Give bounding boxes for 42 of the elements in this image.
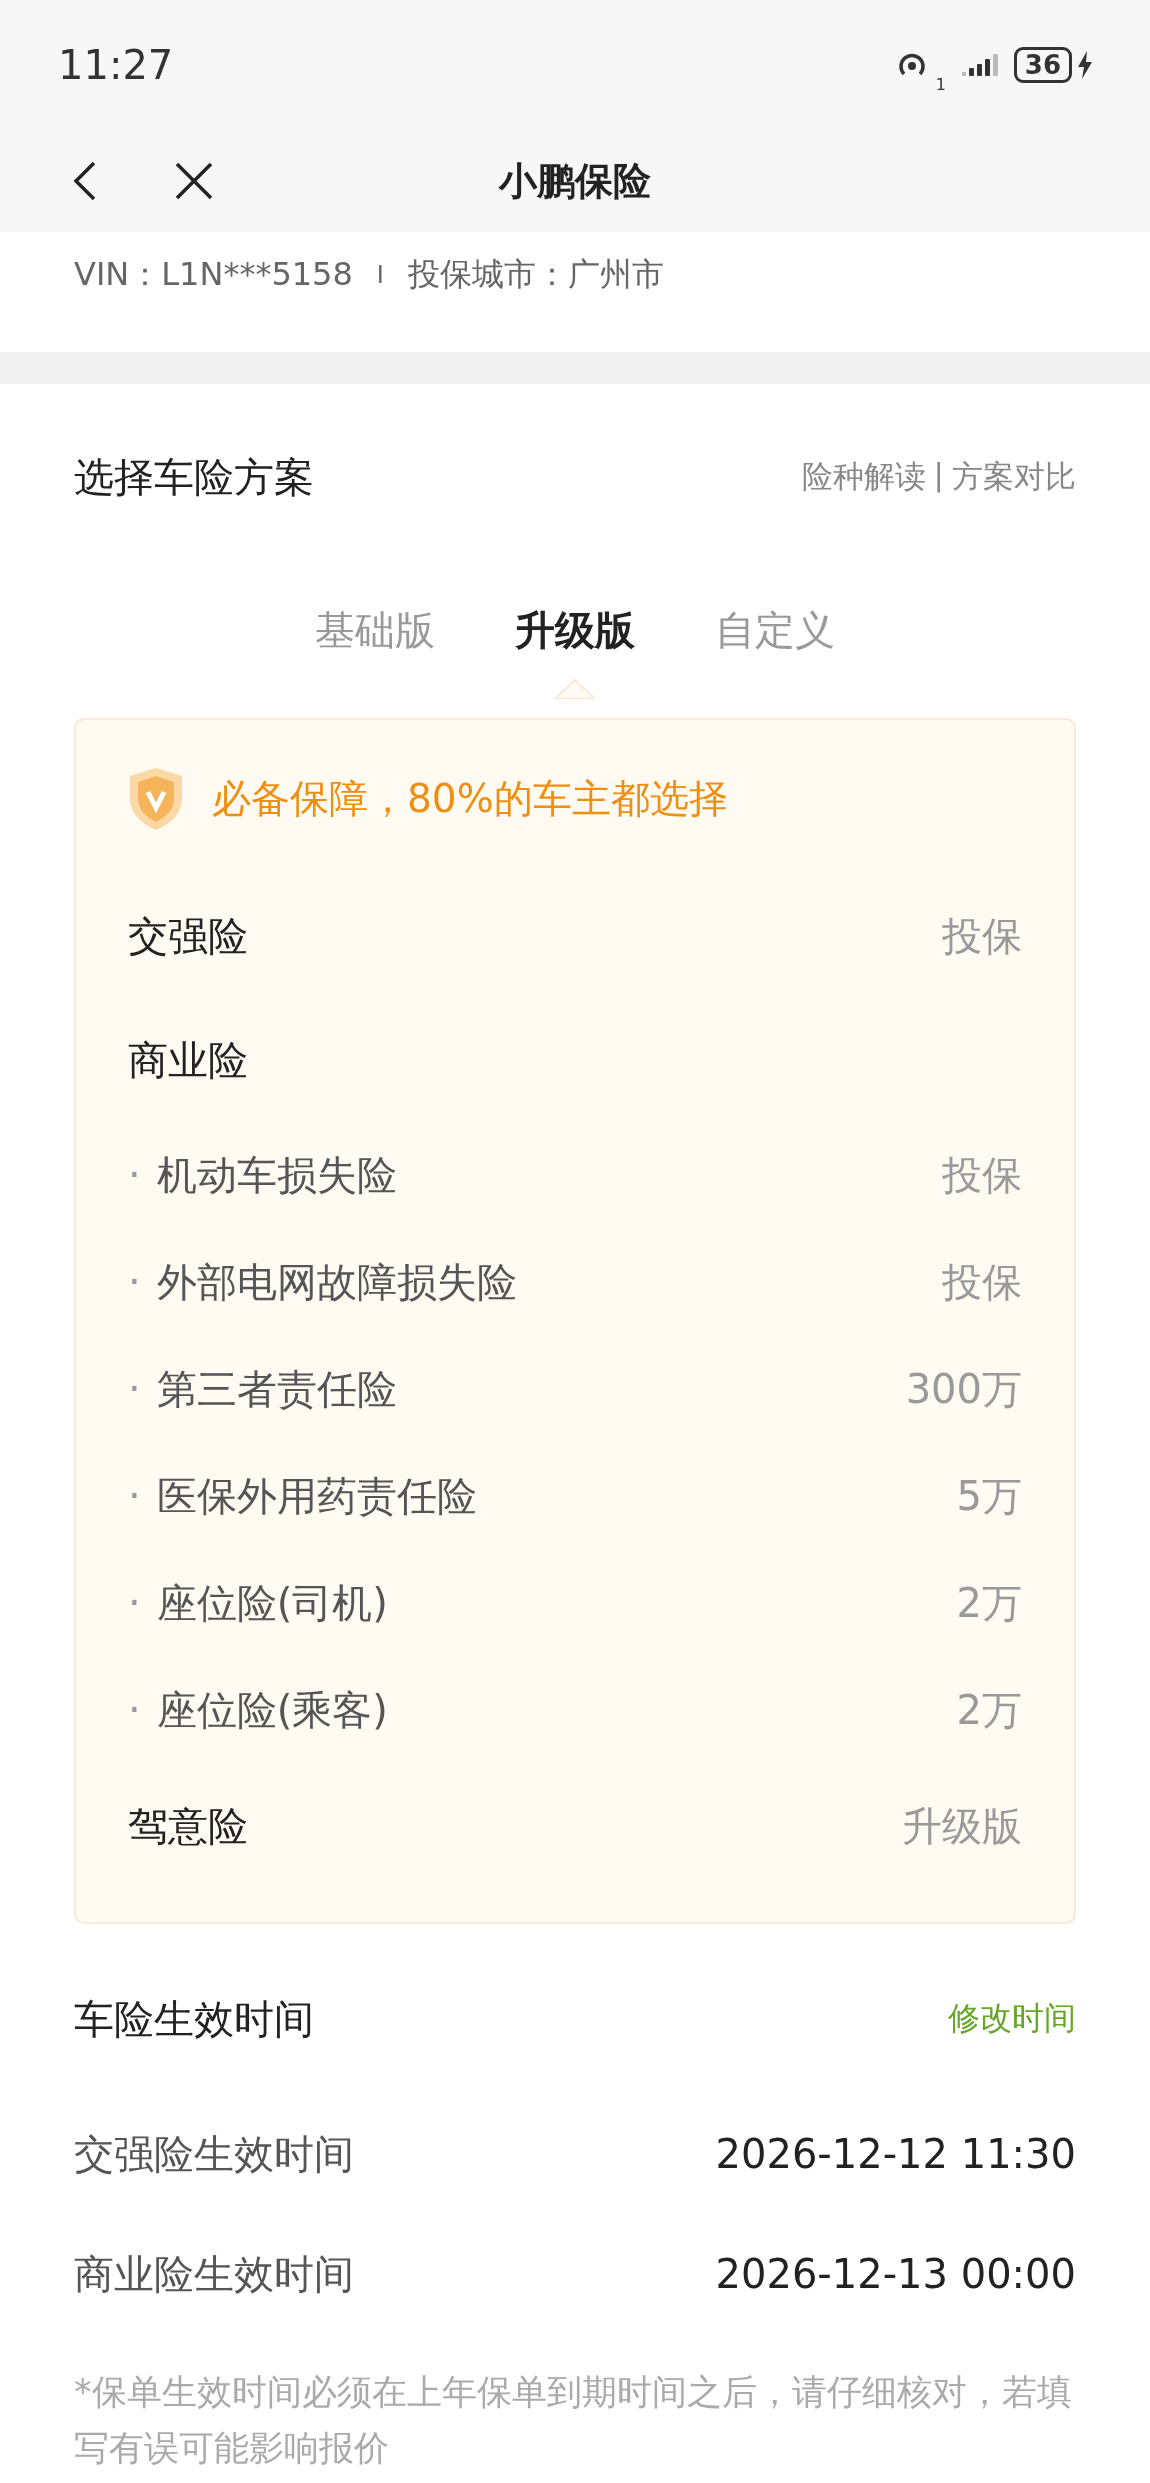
edit-time-link[interactable]: 修改时间 bbox=[948, 1997, 1076, 2041]
note-text: *保单生效时间必须在上年保单到期时间之后，请仔细核对，若填写有误可能影响报价 bbox=[74, 2371, 1073, 2470]
vin-label: VIN：L1N***5158 bbox=[74, 254, 353, 295]
separator: I bbox=[376, 261, 384, 289]
coverage-value: 2万 bbox=[956, 1686, 1022, 1735]
coverage-name: 商业险 bbox=[128, 1035, 248, 1085]
effective-label: 交强险生效时间 bbox=[74, 2129, 354, 2179]
banner-text: 必备保障，80%的车主都选择 bbox=[212, 775, 728, 823]
coverage-name: · 第三者责任险 bbox=[128, 1365, 397, 1414]
effective-time: 2026-12-13 00:00 bbox=[715, 2251, 1076, 2297]
coverage-name: 交强险 bbox=[128, 911, 248, 961]
coverage-value: 投保 bbox=[942, 1258, 1022, 1307]
coverage-name: · 机动车损失险 bbox=[128, 1151, 397, 1200]
shield-icon bbox=[128, 766, 184, 832]
effective-label: 商业险生效时间 bbox=[74, 2249, 354, 2299]
section-title: 车险生效时间 bbox=[74, 1994, 314, 2044]
coverage-value: 投保 bbox=[942, 1151, 1022, 1200]
coverage-name: 驾意险 bbox=[128, 1801, 248, 1851]
close-icon[interactable] bbox=[174, 161, 214, 201]
coverage-value: 2万 bbox=[956, 1579, 1022, 1628]
plan-tab[interactable]: 升级版 bbox=[515, 606, 635, 653]
battery-indicator: 36 bbox=[1013, 47, 1072, 83]
coverage-name: · 医保外用药责任险 bbox=[128, 1472, 477, 1521]
section-title: 选择车险方案 bbox=[74, 452, 314, 502]
coverage-value: 5万 bbox=[956, 1472, 1022, 1521]
plan-link[interactable]: 险种解读 bbox=[801, 456, 926, 498]
tab-pointer-icon bbox=[555, 678, 595, 699]
coverage-value: 升级版 bbox=[902, 1801, 1022, 1851]
coverage-name: · 外部电网故障损失险 bbox=[128, 1258, 517, 1307]
coverage-value: 300万 bbox=[905, 1365, 1022, 1414]
city-label: 投保城市：广州市 bbox=[407, 254, 664, 295]
coverage-value: 投保 bbox=[942, 911, 1022, 961]
effective-time: 2026-12-12 11:30 bbox=[715, 2131, 1076, 2177]
link-separator: | bbox=[933, 456, 944, 495]
status-time: 11:27 bbox=[58, 42, 174, 88]
plan-tab[interactable]: 自定义 bbox=[715, 606, 835, 653]
page-title: 小鹏保险 bbox=[499, 157, 651, 205]
coverage-name: · 座位险(乘客) bbox=[128, 1686, 388, 1735]
hotspot-count-label: 1 bbox=[935, 74, 946, 94]
coverage-name: · 座位险(司机) bbox=[128, 1579, 388, 1628]
plan-link[interactable]: 方案对比 bbox=[952, 456, 1076, 498]
plan-tab[interactable]: 基础版 bbox=[315, 606, 435, 653]
